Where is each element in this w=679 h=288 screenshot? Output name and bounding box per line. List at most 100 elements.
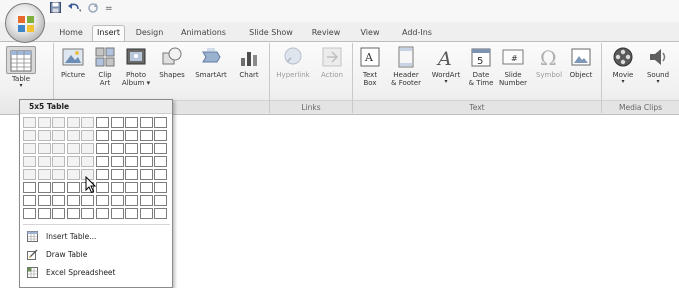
header-footer-button[interactable]: Header & Footer — [386, 46, 426, 87]
draw-table-menu-item[interactable]: Draw Table — [20, 246, 172, 263]
photo-album-button[interactable]: Photo Album ▾ — [121, 46, 151, 87]
table-grid-cell[interactable] — [154, 195, 168, 206]
object-button[interactable]: Object — [565, 46, 597, 79]
table-grid-cell[interactable] — [23, 208, 36, 219]
table-grid-cell[interactable] — [52, 130, 66, 141]
office-button[interactable] — [5, 3, 45, 43]
table-grid-cell[interactable] — [95, 169, 109, 180]
table-grid-cell[interactable] — [66, 208, 80, 219]
table-grid-cell[interactable] — [52, 182, 66, 193]
table-grid-cell[interactable] — [154, 169, 168, 180]
table-grid-cell[interactable] — [139, 143, 153, 154]
chart-button[interactable]: Chart — [234, 46, 264, 79]
table-grid-cell[interactable] — [52, 169, 66, 180]
table-button[interactable]: Table ▾ — [4, 46, 38, 89]
table-grid-cell[interactable] — [52, 156, 66, 167]
table-grid-cell[interactable] — [95, 143, 109, 154]
table-grid-cell[interactable] — [66, 195, 80, 206]
table-grid-cell[interactable] — [125, 169, 139, 180]
tab-slide-show[interactable]: Slide Show — [247, 26, 295, 42]
table-grid-cell[interactable] — [37, 143, 51, 154]
table-grid-cell[interactable] — [110, 182, 124, 193]
table-grid-cell[interactable] — [125, 195, 139, 206]
table-grid-cell[interactable] — [139, 169, 153, 180]
undo-icon[interactable]: ▾ — [67, 2, 82, 16]
table-grid-cell[interactable] — [66, 117, 80, 128]
clip-art-button[interactable]: Clip Art — [92, 46, 118, 87]
table-grid-cell[interactable] — [23, 130, 36, 141]
table-grid-cell[interactable] — [154, 130, 168, 141]
table-grid-cell[interactable] — [139, 156, 153, 167]
table-grid-cell[interactable] — [66, 182, 80, 193]
shapes-button[interactable]: Shapes — [157, 46, 187, 79]
table-grid-cell[interactable] — [110, 169, 124, 180]
table-grid-cell[interactable] — [52, 208, 66, 219]
redo-icon[interactable] — [87, 2, 99, 16]
wordart-button[interactable]: A WordArt ▾ — [428, 46, 464, 85]
table-grid-cell[interactable] — [81, 130, 95, 141]
table-grid-cell[interactable] — [23, 182, 36, 193]
tab-add-ins[interactable]: Add-Ins — [397, 26, 437, 42]
table-grid-cell[interactable] — [95, 117, 109, 128]
table-grid-cell[interactable] — [110, 143, 124, 154]
insert-table-menu-item[interactable]: Insert Table... — [20, 228, 172, 245]
table-grid-cell[interactable] — [23, 195, 36, 206]
table-grid-cell[interactable] — [139, 208, 153, 219]
table-grid-cell[interactable] — [37, 169, 51, 180]
table-grid-cell[interactable] — [23, 169, 36, 180]
table-grid-cell[interactable] — [110, 130, 124, 141]
table-grid-cell[interactable] — [154, 143, 168, 154]
tab-animations[interactable]: Animations — [176, 26, 231, 42]
table-grid-cell[interactable] — [66, 130, 80, 141]
table-grid-cell[interactable] — [139, 130, 153, 141]
table-grid-cell[interactable] — [81, 208, 95, 219]
table-grid-cell[interactable] — [81, 143, 95, 154]
table-grid-cell[interactable] — [110, 208, 124, 219]
table-grid-cell[interactable] — [81, 195, 95, 206]
table-grid-cell[interactable] — [52, 117, 66, 128]
save-icon[interactable] — [50, 2, 61, 16]
table-grid-cell[interactable] — [95, 182, 109, 193]
table-grid-cell[interactable] — [81, 117, 95, 128]
table-grid-cell[interactable] — [110, 156, 124, 167]
table-grid-cell[interactable] — [37, 195, 51, 206]
date-time-button[interactable]: 5 Date & Time — [467, 46, 495, 87]
text-box-button[interactable]: A Text Box — [357, 46, 383, 87]
table-grid-cell[interactable] — [37, 156, 51, 167]
table-grid-cell[interactable] — [37, 182, 51, 193]
hyperlink-button[interactable]: Hyperlink — [272, 46, 314, 79]
symbol-button[interactable]: Ω Symbol — [533, 46, 565, 79]
table-grid-cell[interactable] — [110, 117, 124, 128]
table-grid-cell[interactable] — [23, 156, 36, 167]
table-grid-cell[interactable] — [81, 156, 95, 167]
table-grid-cell[interactable] — [110, 195, 124, 206]
table-grid-cell[interactable] — [154, 156, 168, 167]
table-grid-cell[interactable] — [23, 143, 36, 154]
table-grid-cell[interactable] — [154, 208, 168, 219]
excel-spreadsheet-menu-item[interactable]: Excel Spreadsheet — [20, 264, 172, 281]
table-grid-cell[interactable] — [125, 130, 139, 141]
table-grid-cell[interactable] — [66, 143, 80, 154]
table-grid-cell[interactable] — [66, 156, 80, 167]
tab-design[interactable]: Design — [130, 26, 169, 42]
tab-view[interactable]: View — [355, 26, 385, 42]
table-grid-cell[interactable] — [23, 117, 36, 128]
tab-home[interactable]: Home — [54, 26, 88, 42]
slide-number-button[interactable]: # Slide Number — [497, 46, 529, 87]
table-grid-cell[interactable] — [95, 208, 109, 219]
table-grid-cell[interactable] — [139, 195, 153, 206]
table-grid-cell[interactable] — [52, 143, 66, 154]
table-grid-cell[interactable] — [139, 117, 153, 128]
table-grid-cell[interactable] — [95, 195, 109, 206]
table-grid-cell[interactable] — [95, 156, 109, 167]
picture-button[interactable]: Picture — [58, 46, 88, 79]
table-grid-cell[interactable] — [125, 182, 139, 193]
movie-button[interactable]: Movie ▾ — [607, 46, 639, 85]
table-grid-cell[interactable] — [154, 182, 168, 193]
table-grid-cell[interactable] — [52, 195, 66, 206]
table-grid-cell[interactable] — [125, 156, 139, 167]
table-grid-cell[interactable] — [125, 208, 139, 219]
table-grid-cell[interactable] — [95, 130, 109, 141]
action-button[interactable]: Action — [315, 46, 349, 79]
table-grid-cell[interactable] — [125, 117, 139, 128]
